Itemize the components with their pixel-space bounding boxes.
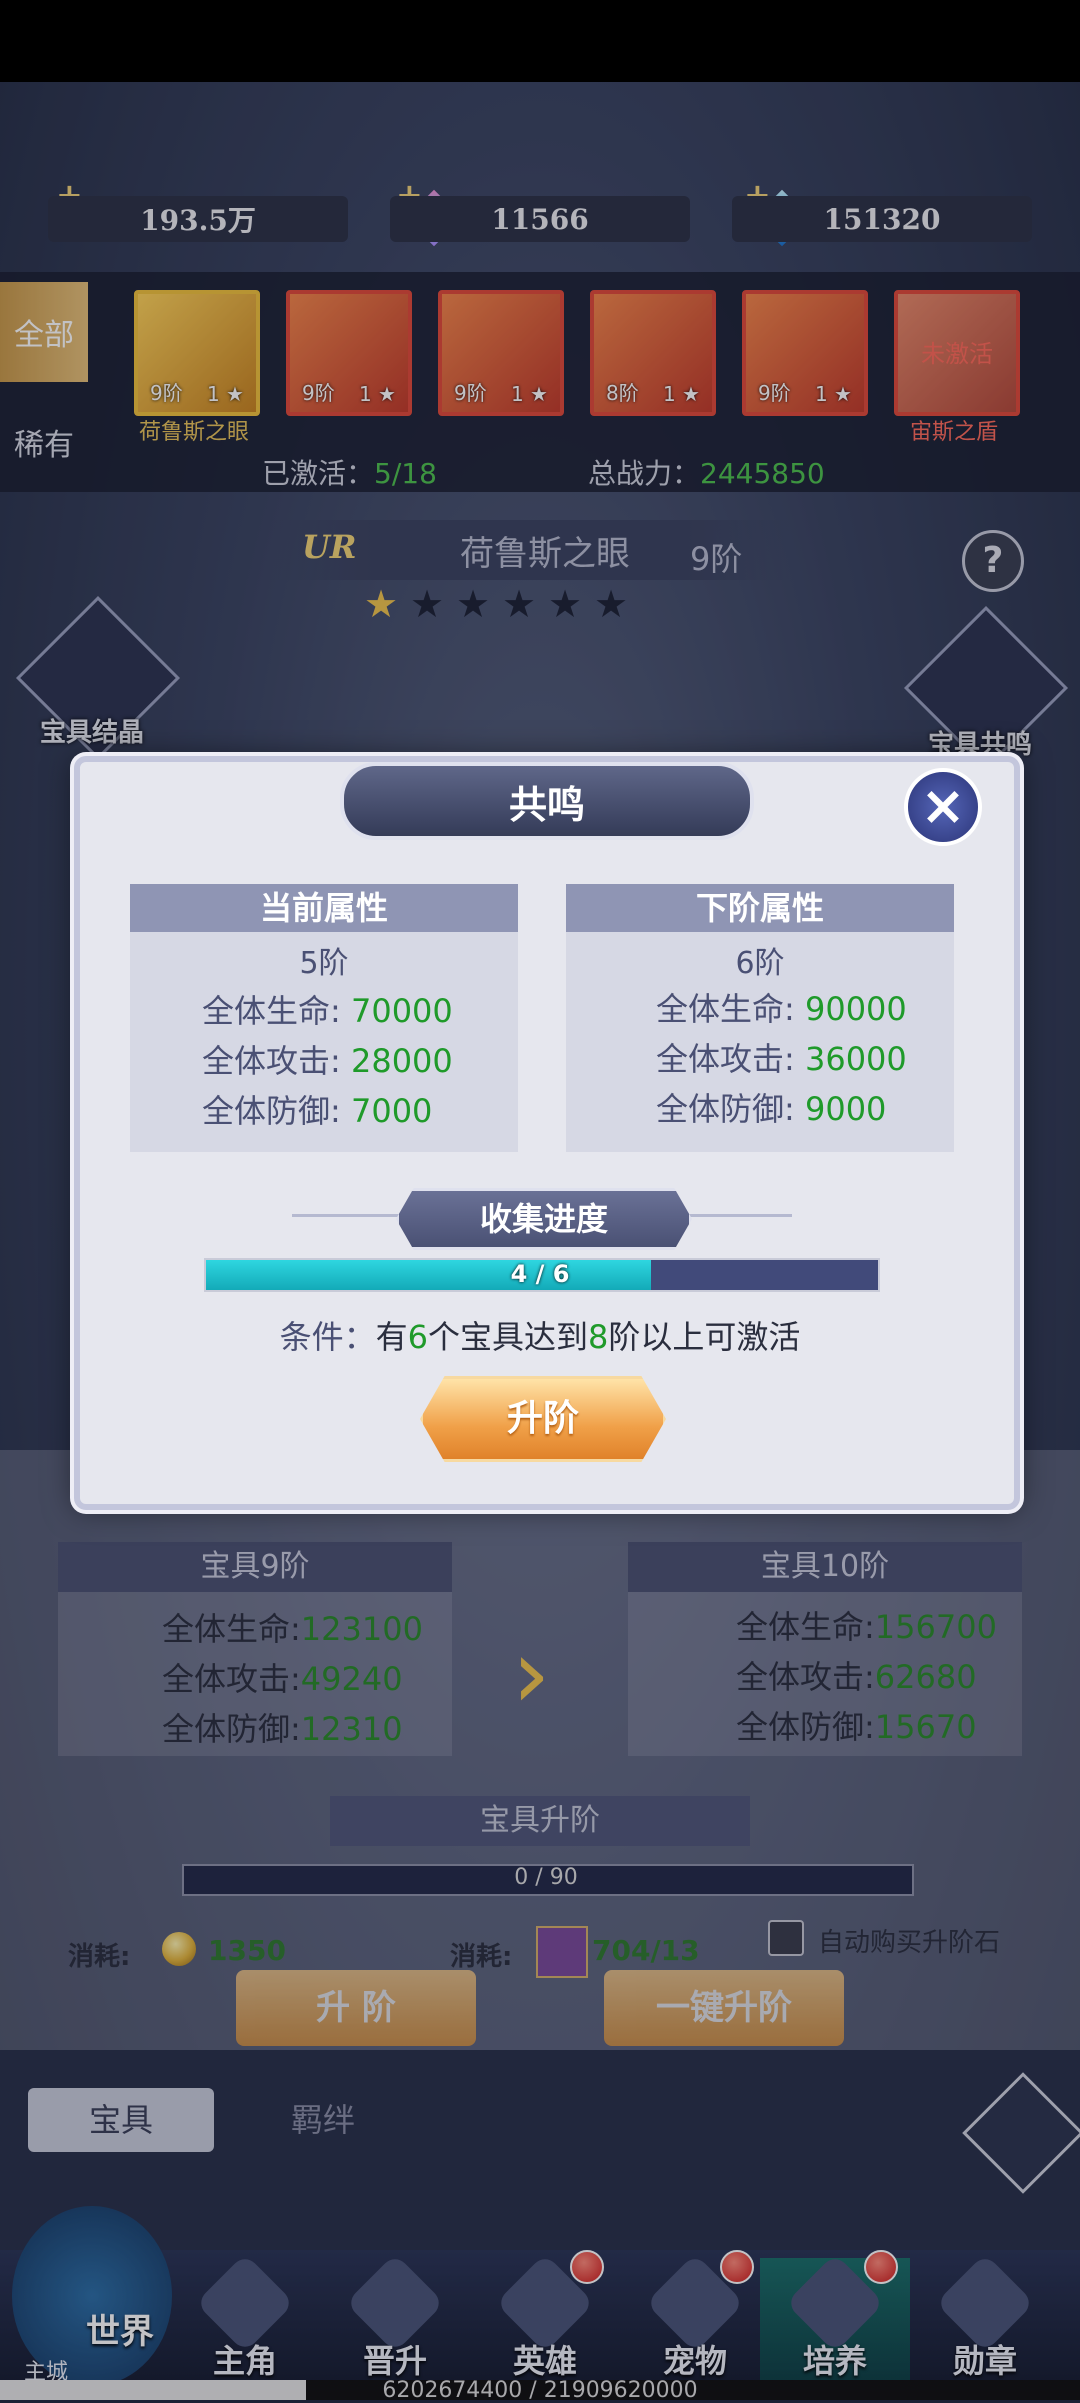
attr-line: 全体攻击: 36000 [656,1040,907,1078]
close-button[interactable]: × [904,768,982,846]
attr-line: 全体生命: 70000 [202,992,453,1030]
attr-line: 全体攻击: 28000 [202,1042,453,1080]
attr-line: 全体生命: 90000 [656,990,907,1028]
activation-condition: 条件：有6个宝具达到8阶以上可激活 [279,1318,801,1356]
collect-progress-title: 收集进度 [396,1188,692,1250]
current-attr-grade: 5阶 [299,946,349,981]
next-attr-head: 下阶属性 [566,884,954,932]
status-bar [0,0,1080,82]
resonance-upgrade-button[interactable]: 升阶 [420,1376,666,1462]
next-attr-grade: 6阶 [735,946,785,981]
collect-progress-text: 4 / 6 [510,1260,570,1288]
current-attr-head: 当前属性 [130,884,518,932]
attr-line: 全体防御: 9000 [656,1090,887,1128]
modal-title: 共鸣 [340,762,754,840]
attr-line: 全体防御: 7000 [202,1092,433,1130]
